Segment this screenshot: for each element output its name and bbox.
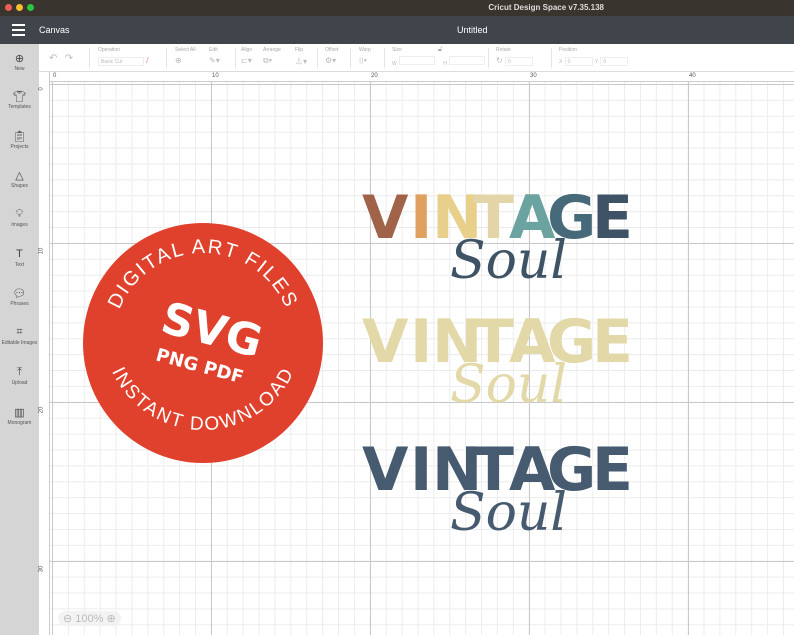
digital-art-badge[interactable]: DIGITAL ART FILES INSTANT DOWNLOAD SVG P… [83, 223, 323, 463]
vintage-letter: V [362, 307, 409, 377]
vintage-letter: V [362, 435, 409, 505]
vintage-letter: E [592, 183, 633, 253]
vintage-soul-cream[interactable]: V I NTAGESoul [362, 307, 633, 415]
soul-script: Soul [450, 231, 567, 291]
zoom-level: 100% [75, 613, 104, 625]
zoom-control: ⊖ 100% ⊕ [58, 611, 121, 626]
vintage-letter: I [410, 183, 432, 253]
artwork-layer: DIGITAL ART FILES INSTANT DOWNLOAD SVG P… [83, 183, 633, 543]
vintage-letter: V [362, 183, 409, 253]
vintage-letter: I [410, 435, 432, 505]
vintage-soul-multicolor[interactable]: V I NTAGESoul [362, 183, 633, 291]
vintage-letter: E [592, 307, 633, 377]
zoom-out-icon[interactable]: ⊖ [63, 613, 72, 625]
soul-script: Soul [450, 483, 567, 543]
vintage-letter: E [592, 435, 633, 505]
soul-script: Soul [450, 355, 567, 415]
vintage-letter: I [410, 307, 432, 377]
zoom-in-icon[interactable]: ⊕ [106, 613, 115, 625]
vintage-soul-navy[interactable]: V I NTAGESoul [362, 435, 633, 543]
